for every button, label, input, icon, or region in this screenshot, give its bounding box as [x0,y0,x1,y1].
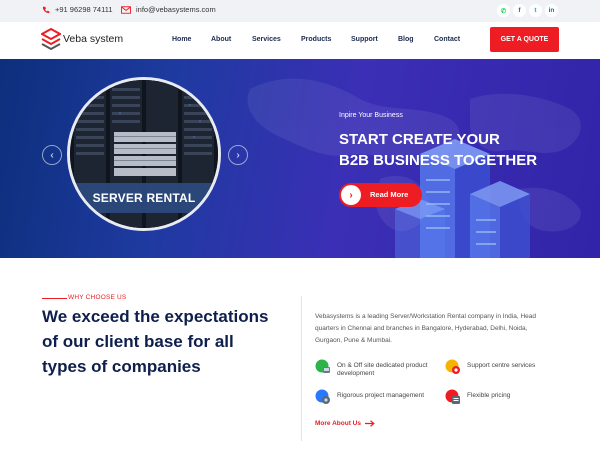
phone-number: +91 96298 74111 [55,5,113,14]
nav-blog[interactable]: Blog [398,36,414,43]
linkedin-icon: in [548,7,555,14]
site-header: Veba system Home About Services Products… [0,22,600,59]
nav-about[interactable]: About [211,36,231,43]
section-tag-line [42,298,67,299]
more-about-us-label: More About Us [315,420,361,427]
chevron-right-icon: › [236,149,240,161]
phone-icon [42,6,50,13]
nav-products[interactable]: Products [301,36,331,43]
hero-subtitle: Inpire Your Business [339,112,403,119]
feature-label: On & Off site dedicated product developm… [337,362,428,377]
feature-item: Flexible pricing [445,389,555,405]
whatsapp-icon: ✆ [500,7,507,15]
server-rental-image: SERVER RENTAL [67,77,221,231]
facebook-icon: f [518,7,521,14]
project-management-icon [315,389,331,405]
prev-slide-button[interactable]: ‹ [42,145,62,165]
hero-title-line-1: START CREATE YOUR [339,131,500,148]
vertical-divider [301,296,302,441]
feature-item: Support centre services [445,359,555,375]
arrow-right-icon [364,420,375,427]
nav-contact[interactable]: Contact [434,36,460,43]
nav-home[interactable]: Home [172,36,191,43]
get-a-quote-button[interactable]: GET A QUOTE [490,27,559,52]
nav-support[interactable]: Support [351,36,378,43]
phone-contact[interactable]: +91 96298 74111 [42,5,113,14]
email-address: info@vebasystems.com [136,5,216,14]
read-more-button[interactable]: › Read More [339,183,422,207]
feature-label: Support centre services [467,362,536,369]
about-paragraph: Vebasystems is a leading Server/Workstat… [315,313,536,344]
logo-text[interactable]: Veba system [63,33,123,45]
feature-item: On & Off site dedicated product developm… [315,359,435,378]
arrow-right-icon: › [341,185,361,205]
hero-slider: SERVER RENTAL ‹ › Inpire Your Business S… [0,59,600,258]
logo-icon[interactable] [41,28,61,52]
section-tag: WHY CHOOSE US [68,294,127,301]
hero-title: START CREATE YOUR B2B BUSINESS TOGETHER [339,129,569,171]
nav-services[interactable]: Services [252,36,281,43]
linkedin-link[interactable]: in [545,4,558,17]
feature-label: Rigorous project management [337,392,425,399]
top-info-bar: +91 96298 74111 info@vebasystems.com ✆ f… [0,0,600,22]
facebook-link[interactable]: f [513,4,526,17]
feature-label: Flexible pricing [467,392,511,399]
mail-icon [121,5,131,14]
section-heading: We exceed the expectations of our client… [42,307,269,376]
pricing-icon [445,389,461,405]
chevron-left-icon: ‹ [50,149,54,161]
next-slide-button[interactable]: › [228,145,248,165]
slide-label: SERVER RENTAL [70,183,218,213]
feature-item: Rigorous project management [315,389,440,405]
read-more-label: Read More [370,190,409,199]
hero-title-line-2: B2B BUSINESS TOGETHER [339,152,538,169]
email-contact[interactable]: info@vebasystems.com [121,5,216,14]
development-icon [315,359,331,375]
twitter-link[interactable]: t [529,4,542,17]
more-about-us-link[interactable]: More About Us [315,420,375,427]
twitter-icon: t [534,7,537,14]
whatsapp-link[interactable]: ✆ [497,4,510,17]
support-icon [445,359,461,375]
